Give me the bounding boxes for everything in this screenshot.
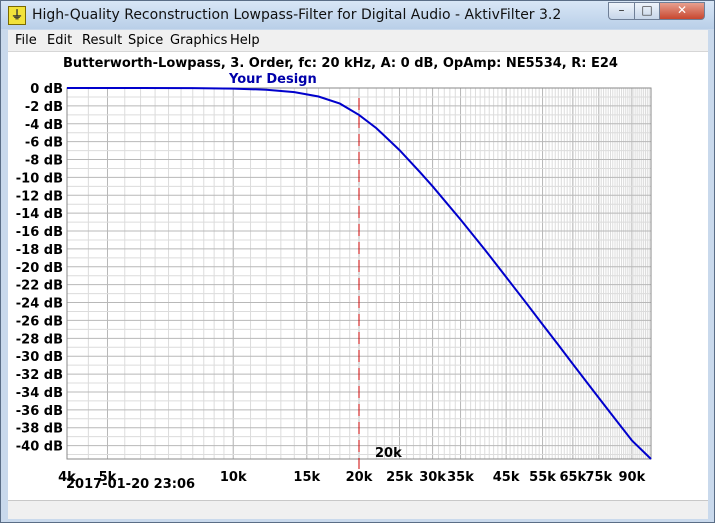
y-tick-label: -12 dB [16, 189, 63, 204]
app-window: ⏚ High-Quality Reconstruction Lowpass-Fi… [0, 0, 715, 523]
client-area: File Edit Result Spice Graphics Help 20k… [8, 30, 708, 500]
menu-file[interactable]: File [15, 33, 37, 48]
status-bar [8, 500, 708, 519]
menu-spice[interactable]: Spice [128, 33, 163, 48]
x-tick-label: 30k [419, 470, 446, 485]
y-tick-label: -38 dB [16, 422, 63, 437]
y-tick-label: -14 dB [16, 207, 63, 222]
y-tick-label: -10 dB [16, 171, 63, 186]
title-bar[interactable]: ⏚ High-Quality Reconstruction Lowpass-Fi… [1, 1, 714, 29]
y-tick-label: 0 dB [30, 82, 63, 97]
menu-help[interactable]: Help [230, 33, 260, 48]
x-tick-label: 20k [346, 470, 373, 485]
x-tick-label: 65k [559, 470, 586, 485]
x-tick-label: 75k [585, 470, 612, 485]
x-tick-label: 45k [493, 470, 520, 485]
y-tick-label: -4 dB [25, 118, 63, 133]
menu-edit[interactable]: Edit [47, 33, 72, 48]
x-tick-label: 25k [386, 470, 413, 485]
x-tick-label: 55k [529, 470, 556, 485]
y-tick-label: -24 dB [16, 297, 63, 312]
x-tick-label: 90k [619, 470, 646, 485]
y-tick-label: -20 dB [16, 261, 63, 276]
y-tick-label: -22 dB [16, 279, 63, 294]
menu-bar: File Edit Result Spice Graphics Help [8, 30, 708, 52]
x-tick-label: 35k [447, 470, 474, 485]
y-tick-label: -40 dB [16, 440, 63, 455]
plot-area: 20k 0 dB -2 dB -4 dB -6 dB -8 dB -10 dB -12 dB -… [8, 52, 708, 500]
menu-graphics[interactable]: Graphics [170, 33, 227, 48]
y-tick-label: -6 dB [25, 136, 63, 151]
y-tick-label: -32 dB [16, 368, 63, 383]
y-tick-label: -34 dB [16, 386, 63, 401]
chart-title: Butterworth-Lowpass, 3. Order, fc: 20 kH… [63, 56, 618, 71]
filter-app-icon[interactable]: ⏚ [8, 6, 26, 25]
maximize-button[interactable]: □ [634, 2, 660, 20]
minimize-button[interactable]: – [608, 2, 635, 20]
window-title: High-Quality Reconstruction Lowpass-Filt… [32, 7, 562, 23]
x-tick-label: 10k [220, 470, 247, 485]
chart-subtitle: Your Design [229, 72, 317, 87]
frequency-response-chart: 20k 0 dB -2 dB -4 dB -6 dB -8 dB -10 dB -12 dB -… [16, 82, 652, 485]
y-tick-label: -8 dB [25, 154, 63, 169]
y-tick-label: -36 dB [16, 404, 63, 419]
y-tick-label: -18 dB [16, 243, 63, 258]
y-tick-label: -16 dB [16, 225, 63, 240]
y-tick-label: -30 dB [16, 350, 63, 365]
menu-result[interactable]: Result [82, 33, 122, 48]
x-tick-label: 15k [293, 470, 320, 485]
cutoff-marker-label: 20k [375, 446, 402, 461]
y-tick-label: -26 dB [16, 314, 63, 329]
y-tick-label: -28 dB [16, 332, 63, 347]
y-tick-label: -2 dB [25, 100, 63, 115]
close-button[interactable]: ✕ [659, 2, 705, 20]
date-stamp: 2017-01-20 23:06 [66, 477, 196, 492]
